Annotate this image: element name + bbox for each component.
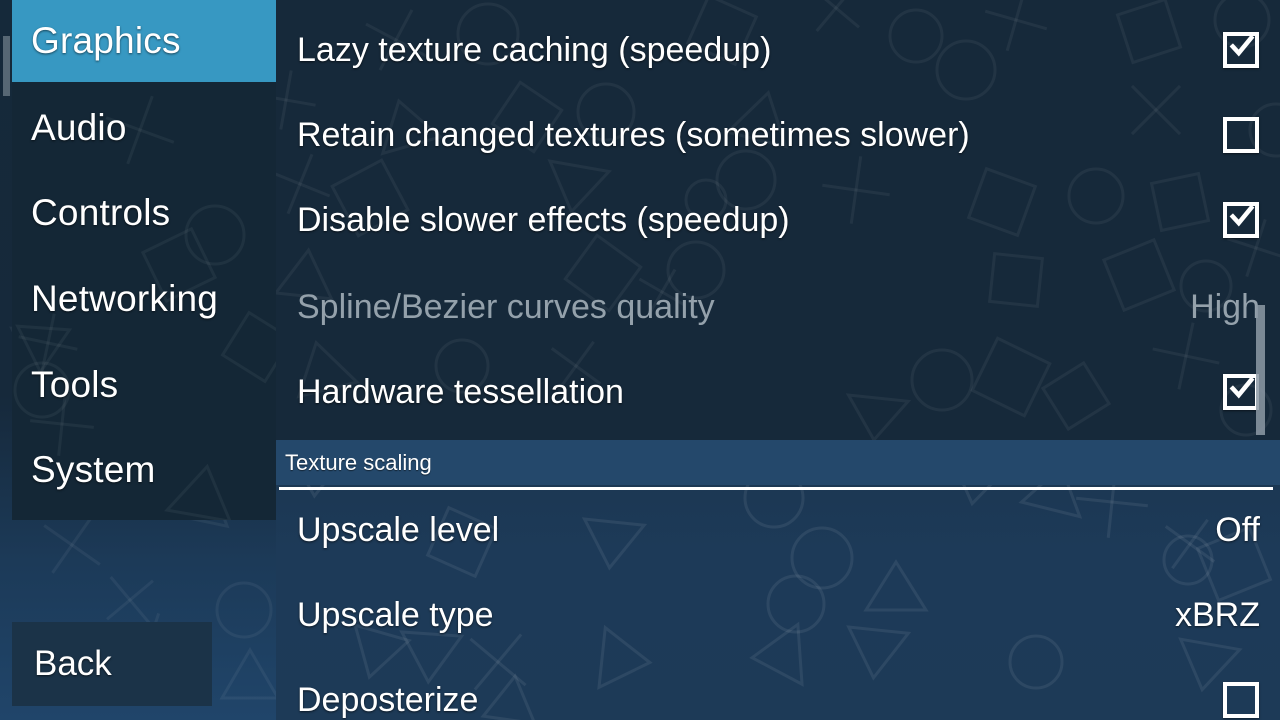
checkbox-hardware-tessellation[interactable] <box>1223 374 1259 410</box>
setting-value: High <box>1190 287 1260 326</box>
setting-label: Deposterize <box>297 680 479 719</box>
setting-row-hardware-tessellation[interactable]: Hardware tessellation <box>276 362 1280 422</box>
sidebar-item-tools[interactable]: Tools <box>12 344 276 426</box>
sidebar-item-label: Tools <box>31 364 119 405</box>
setting-label: Spline/Bezier curves quality <box>297 287 715 326</box>
sidebar: Graphics Audio Controls Networking Tools… <box>0 0 276 720</box>
check-icon <box>1229 34 1255 57</box>
setting-label: Hardware tessellation <box>297 372 624 411</box>
sidebar-item-graphics[interactable]: Graphics <box>12 0 276 82</box>
check-icon <box>1229 204 1255 227</box>
content-pane: Texture scaling Lazy texture caching (sp… <box>276 0 1280 720</box>
sidebar-item-label: Controls <box>31 192 171 233</box>
sidebar-item-label: Networking <box>31 278 219 319</box>
setting-row-disable-slower-effects[interactable]: Disable slower effects (speedup) <box>276 190 1280 250</box>
setting-value: Off <box>1215 510 1260 549</box>
sidebar-item-networking[interactable]: Networking <box>12 258 276 340</box>
sidebar-item-label: System <box>31 449 156 490</box>
setting-label: Upscale type <box>297 595 494 634</box>
checkbox-lazy-texture-caching[interactable] <box>1223 32 1259 68</box>
checkbox-deposterize[interactable] <box>1223 682 1259 718</box>
back-button[interactable]: Back <box>12 622 212 706</box>
setting-label: Disable slower effects (speedup) <box>297 200 790 239</box>
settings-screen: Graphics Audio Controls Networking Tools… <box>0 0 1280 720</box>
setting-row-lazy-texture-caching[interactable]: Lazy texture caching (speedup) <box>276 20 1280 80</box>
setting-label: Upscale level <box>297 510 500 549</box>
check-icon <box>1229 376 1255 399</box>
setting-label: Retain changed textures (sometimes slowe… <box>297 115 970 154</box>
setting-row-spline-bezier-curves-quality: Spline/Bezier curves quality High <box>276 277 1280 337</box>
sidebar-scrollbar-thumb[interactable] <box>3 36 10 96</box>
sidebar-item-label: Audio <box>31 107 127 148</box>
setting-value: xBRZ <box>1175 595 1260 634</box>
sidebar-item-audio[interactable]: Audio <box>12 87 276 169</box>
sidebar-item-system[interactable]: System <box>12 429 276 511</box>
content-scrollbar-thumb[interactable] <box>1256 305 1265 435</box>
setting-row-retain-changed-textures[interactable]: Retain changed textures (sometimes slowe… <box>276 105 1280 165</box>
sidebar-item-label: Graphics <box>31 20 181 61</box>
back-button-label: Back <box>34 644 112 683</box>
sidebar-item-controls[interactable]: Controls <box>12 172 276 254</box>
setting-label: Lazy texture caching (speedup) <box>297 30 772 69</box>
setting-row-upscale-type[interactable]: Upscale type xBRZ <box>276 585 1280 645</box>
checkbox-disable-slower-effects[interactable] <box>1223 202 1259 238</box>
settings-list: Lazy texture caching (speedup) Retain ch… <box>276 0 1280 720</box>
setting-row-upscale-level[interactable]: Upscale level Off <box>276 500 1280 560</box>
setting-row-deposterize[interactable]: Deposterize <box>276 670 1280 720</box>
checkbox-retain-changed-textures[interactable] <box>1223 117 1259 153</box>
